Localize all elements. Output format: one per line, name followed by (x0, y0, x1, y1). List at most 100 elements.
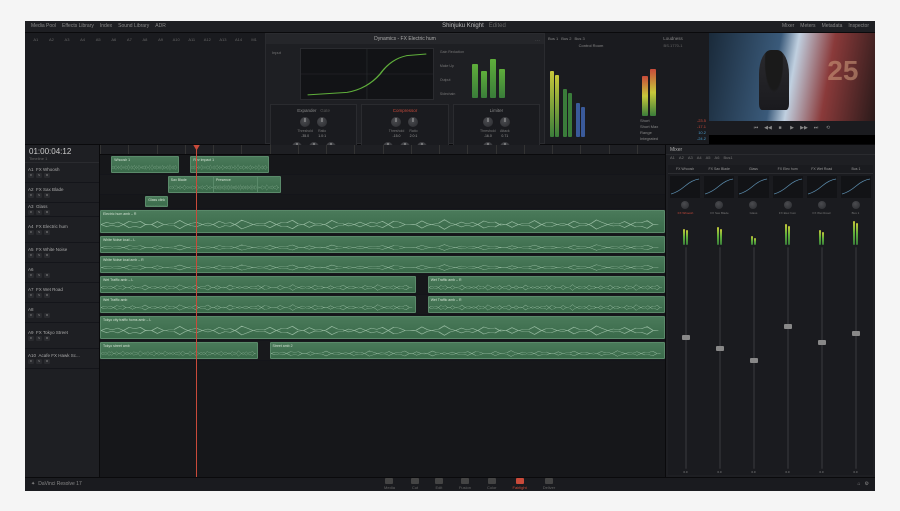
audio-clip[interactable]: Rev Impact 1 (190, 156, 269, 173)
solo-button[interactable]: S (36, 313, 42, 318)
arm-button[interactable]: R (28, 253, 34, 258)
track-lane[interactable]: White Noise loud – L (100, 235, 665, 255)
channel-fader[interactable]: 0.0 (771, 247, 804, 474)
pan-knob[interactable] (715, 201, 723, 209)
audio-clip[interactable]: Wet Traffic amb (100, 296, 416, 313)
arm-button[interactable]: R (28, 336, 34, 341)
channel-fader[interactable]: 0.0 (737, 247, 770, 474)
track-header-A4[interactable]: A4 FX Electric humRSM (25, 217, 99, 243)
track-lane[interactable]: Tokyo city traffic horns amb – L (100, 315, 665, 341)
track-header-A8[interactable]: A8 RSM (25, 303, 99, 323)
next-icon[interactable]: ⏭ (812, 124, 820, 132)
effects-library-toggle[interactable]: Effects Library (62, 23, 94, 29)
page-tab-cut[interactable]: Cut (411, 478, 419, 490)
arm-button[interactable]: R (28, 210, 34, 215)
rewind-icon[interactable]: ◀◀ (764, 124, 772, 132)
mixer-toggle[interactable]: Mixer (782, 23, 794, 29)
mixer-tab[interactable]: A2 (679, 155, 684, 163)
track-lane[interactable]: Electric hum amb – R (100, 209, 665, 235)
arm-button[interactable]: R (28, 230, 34, 235)
audio-clip[interactable]: Wet Traffic amb – R (428, 276, 665, 293)
arm-button[interactable]: R (28, 273, 34, 278)
mute-button[interactable]: M (44, 293, 50, 298)
track-lane[interactable]: Wet Traffic amb – L Wet Traffic amb – R (100, 275, 665, 295)
audio-clip[interactable]: White Noise loud – L (100, 236, 665, 253)
track-header-A1[interactable]: A1 FX WhooshRSM (25, 163, 99, 183)
arm-button[interactable]: R (28, 193, 34, 198)
mute-button[interactable]: M (44, 230, 50, 235)
channel-fader[interactable]: 0.0 (669, 247, 702, 474)
track-header-A9[interactable]: A9 FX Tokyo StreetRSM (25, 323, 99, 349)
home-icon[interactable]: ⌂ (857, 481, 860, 487)
page-tab-color[interactable]: Color (487, 478, 497, 490)
play-icon[interactable]: ▶ (788, 124, 796, 132)
channel-fader[interactable]: 0.0 (805, 247, 838, 474)
audio-clip[interactable]: Tokyo city traffic horns amb – L (100, 316, 665, 339)
arm-button[interactable]: R (28, 313, 34, 318)
eq-curve[interactable] (841, 176, 871, 198)
solo-button[interactable]: S (36, 293, 42, 298)
mixer-tab[interactable]: Bus1 (723, 155, 732, 163)
solo-button[interactable]: S (36, 210, 42, 215)
mute-button[interactable]: M (44, 193, 50, 198)
pan-knob[interactable] (749, 201, 757, 209)
audio-clip[interactable]: Wet Traffic amb – L (100, 276, 416, 293)
track-lane[interactable]: Glass clink (100, 195, 665, 209)
track-header-A2[interactable]: A2 FX Sax BladeRSM (25, 183, 99, 203)
viewer-frame[interactable]: 25 (709, 33, 875, 121)
knob[interactable]: Attack0.71 (498, 116, 512, 138)
track-lane[interactable]: White Noise loud amb – R (100, 255, 665, 275)
settings-icon[interactable]: ⚙ (865, 481, 869, 487)
mixer-tab[interactable]: A6 (715, 155, 720, 163)
mute-button[interactable]: M (44, 313, 50, 318)
inspector-toggle[interactable]: Inspector (848, 23, 869, 29)
mute-button[interactable]: M (44, 336, 50, 341)
knob[interactable]: Threshold-16.0 (481, 116, 495, 138)
media-pool-toggle[interactable]: Media Pool (31, 23, 56, 29)
solo-button[interactable]: S (36, 273, 42, 278)
mute-button[interactable]: M (44, 253, 50, 258)
eq-curve[interactable] (807, 176, 837, 198)
timeline-canvas[interactable]: Whoosh 1 Rev Impact 1 Sax BladePresenceGla… (100, 145, 665, 477)
dynamics-transfer-graph[interactable] (300, 48, 434, 100)
bus-tab[interactable]: Bus 1 (548, 36, 558, 41)
index-toggle[interactable]: Index (100, 23, 112, 29)
track-lane[interactable]: Whoosh 1 Rev Impact 1 (100, 155, 665, 175)
audio-clip[interactable]: White Noise loud amb – R (100, 256, 665, 273)
track-lane[interactable]: Sax BladePresence (100, 175, 665, 195)
mixer-tab[interactable]: A5 (706, 155, 711, 163)
channel-fader[interactable]: 0.0 (703, 247, 736, 474)
audio-clip[interactable]: Glass clink (145, 196, 168, 207)
page-tab-fusion[interactable]: Fusion (459, 478, 471, 490)
audio-clip[interactable]: Tokyo street amb (100, 342, 258, 359)
adr-toggle[interactable]: ADR (155, 23, 166, 29)
solo-button[interactable]: S (36, 336, 42, 341)
bus-tab[interactable]: Bus 2 (561, 36, 571, 41)
arm-button[interactable]: R (28, 359, 34, 364)
close-icon[interactable]: ⋯ (535, 36, 540, 46)
metadata-toggle[interactable]: Metadata (822, 23, 843, 29)
pan-knob[interactable] (784, 201, 792, 209)
solo-button[interactable]: S (36, 230, 42, 235)
knob[interactable]: Ratio1.0:1 (315, 116, 329, 138)
track-header-A3[interactable]: A3 GlassRSM (25, 203, 99, 217)
eq-curve[interactable] (704, 176, 734, 198)
timecode-display[interactable]: 01:00:04:12 Timeline 1 (25, 145, 99, 163)
solo-button[interactable]: S (36, 193, 42, 198)
mute-button[interactable]: M (44, 273, 50, 278)
mixer-tab[interactable]: A1 (670, 155, 675, 163)
loop-icon[interactable]: ⟲ (824, 124, 832, 132)
page-tab-fairlight[interactable]: Fairlight (513, 478, 527, 490)
page-tab-deliver[interactable]: Deliver (543, 478, 555, 490)
eq-curve[interactable] (738, 176, 768, 198)
playhead[interactable] (196, 145, 197, 477)
audio-clip[interactable]: Street amb 2 (270, 342, 666, 359)
sound-library-toggle[interactable]: Sound Library (118, 23, 149, 29)
knob[interactable]: Ratio2.0:1 (406, 116, 420, 138)
knob[interactable]: Threshold-15.0 (389, 116, 403, 138)
track-header-A6[interactable]: A6 RSM (25, 263, 99, 283)
pan-knob[interactable] (681, 201, 689, 209)
audio-clip[interactable]: Whoosh 1 (111, 156, 179, 173)
dynamics-title-bar[interactable]: Dynamics - FX Electric hum ⋯ (266, 34, 544, 44)
mixer-tab[interactable]: A3 (688, 155, 693, 163)
